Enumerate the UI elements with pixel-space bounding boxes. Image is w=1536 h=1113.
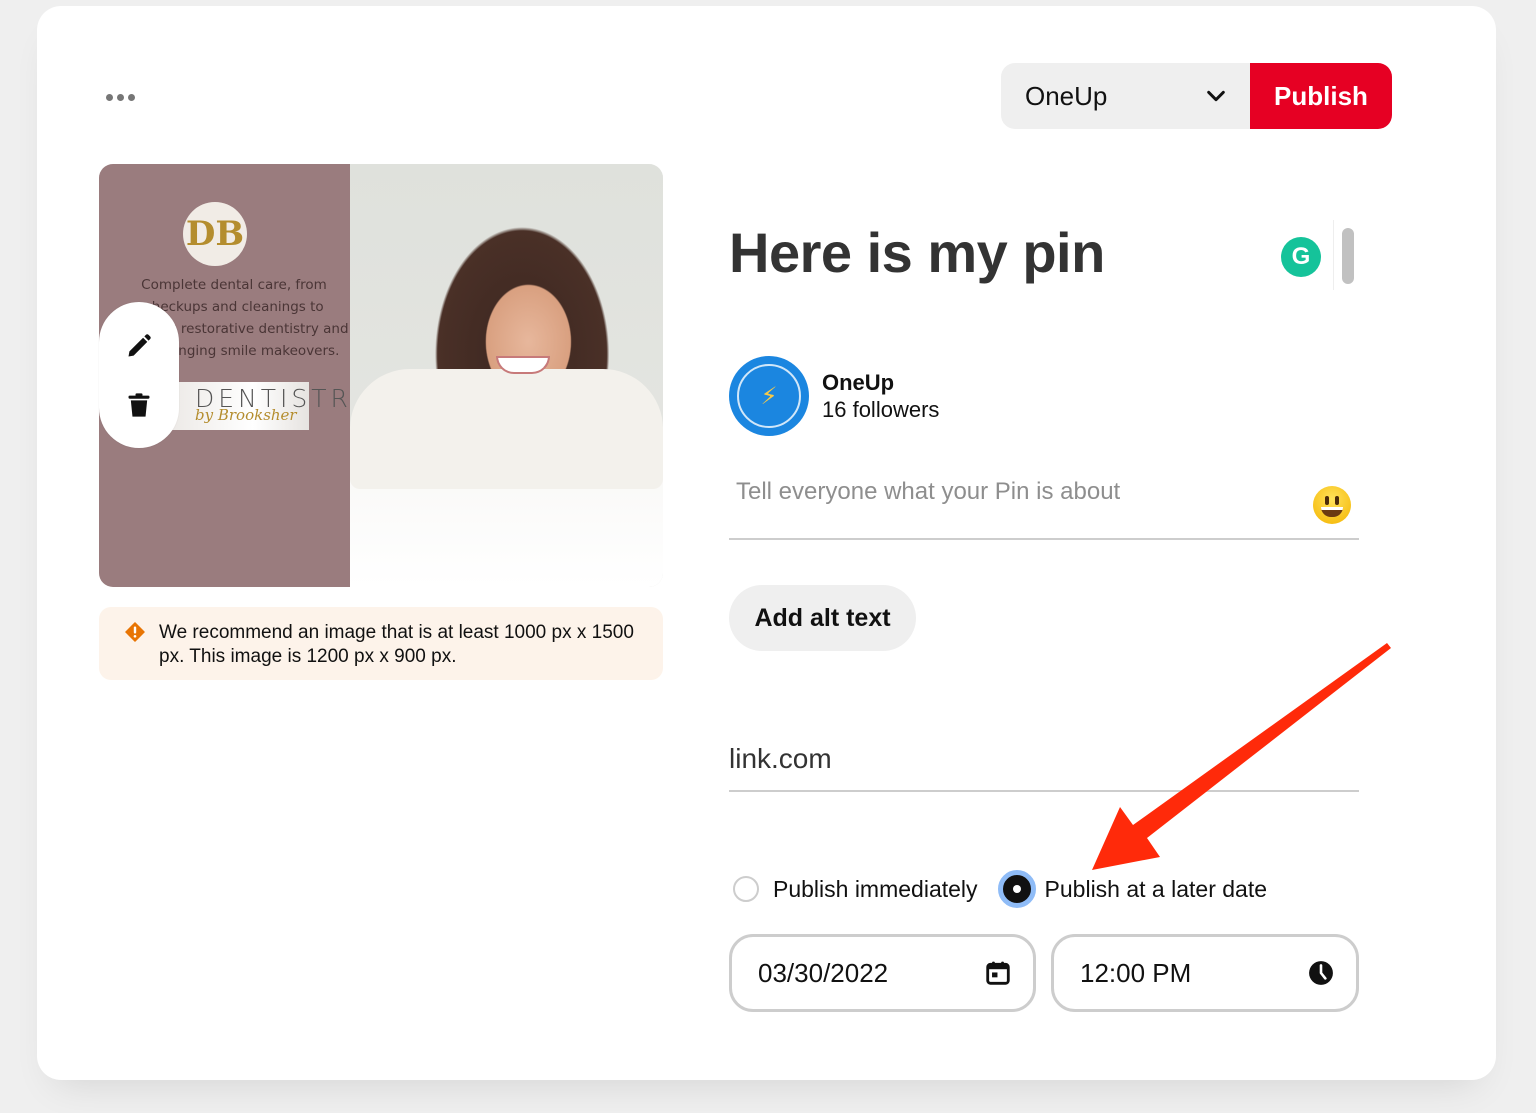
account-name: OneUp	[822, 370, 895, 395]
ellipsis-dot	[105, 93, 113, 101]
board-select-value: OneUp	[1025, 80, 1108, 111]
follower-count: 16 followers	[822, 397, 940, 422]
radio-publish-later[interactable]: Publish at a later date	[997, 870, 1268, 908]
radio-button-checked[interactable]	[997, 870, 1036, 908]
radio-publish-immediately[interactable]: Publish immediately	[733, 876, 978, 903]
clock-icon[interactable]	[1308, 960, 1334, 986]
avatar: ⚡	[729, 356, 809, 436]
publish-button[interactable]: Publish	[1250, 63, 1392, 129]
image-size-warning: We recommend an image that is at least 1…	[99, 607, 663, 680]
calendar-icon[interactable]	[985, 960, 1011, 986]
time-picker[interactable]: 12:00 PM	[1051, 934, 1359, 1012]
radio-label: Publish immediately	[773, 875, 978, 902]
smiley-emoji-icon[interactable]	[1313, 486, 1351, 524]
publish-timing-options: Publish immediately Publish at a later d…	[733, 870, 1267, 908]
pin-title-input[interactable]: Here is my pin	[729, 220, 1105, 285]
date-picker[interactable]: 03/30/2022	[729, 934, 1036, 1012]
title-scrollbar[interactable]	[1333, 220, 1359, 290]
edit-image-button[interactable]	[119, 326, 159, 366]
grammarly-icon[interactable]: G	[1281, 237, 1321, 277]
emoji-mouth	[1321, 507, 1343, 517]
warning-text: We recommend an image that is at least 1…	[159, 622, 634, 667]
radio-label: Publish at a later date	[1044, 875, 1268, 902]
portrait-photo	[350, 164, 663, 587]
description-input[interactable]	[729, 470, 1289, 506]
emoji-eye	[1325, 496, 1329, 505]
photo-sweater	[350, 369, 663, 489]
pencil-icon	[128, 333, 151, 356]
image-actions-pill	[99, 302, 179, 448]
scrollbar-thumb[interactable]	[1342, 228, 1354, 284]
delete-image-button[interactable]	[119, 385, 159, 425]
time-value: 12:00 PM	[1080, 957, 1192, 988]
add-alt-text-button[interactable]: Add alt text	[729, 585, 916, 651]
lightning-icon: ⚡	[760, 382, 778, 410]
pin-image-preview: DB Complete dental care, from checkups a…	[99, 164, 663, 587]
brand-subtitle: by Brooksher	[195, 406, 297, 424]
ellipsis-dot	[127, 93, 135, 101]
more-options-button[interactable]	[100, 86, 140, 108]
link-input[interactable]	[729, 738, 1359, 775]
ellipsis-dot	[116, 93, 124, 101]
brand-logo: DB	[183, 202, 247, 266]
board-select[interactable]: OneUp	[1001, 63, 1253, 129]
warning-diamond-icon	[125, 622, 145, 642]
date-value: 03/30/2022	[758, 957, 889, 988]
chevron-down-icon	[1207, 90, 1225, 102]
emoji-eye	[1335, 496, 1339, 505]
account-info: ⚡ OneUp 16 followers	[729, 356, 939, 436]
trash-icon	[128, 392, 150, 417]
link-field	[729, 738, 1359, 792]
description-field	[729, 470, 1359, 540]
radio-button[interactable]	[733, 876, 759, 902]
